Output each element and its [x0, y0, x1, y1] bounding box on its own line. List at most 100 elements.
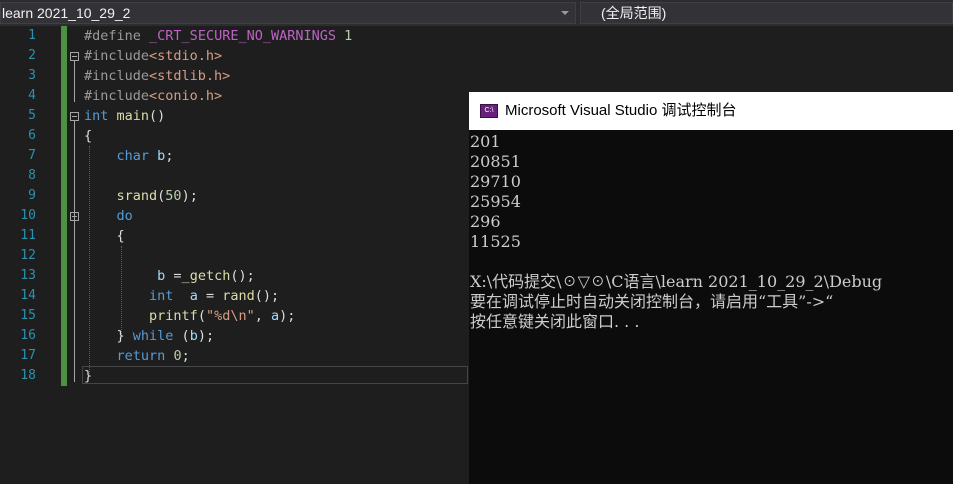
code-line-18: }: [84, 366, 352, 386]
line-number: 4: [28, 88, 36, 103]
code-line-4: #include<conio.h>: [84, 86, 352, 106]
line-number: 17: [20, 348, 36, 363]
line-number: 14: [20, 288, 36, 303]
line-number: 18: [20, 368, 36, 383]
punctuation: ();: [230, 268, 255, 284]
punctuation: );: [181, 188, 198, 204]
number: 50: [165, 188, 182, 204]
punctuation: (: [197, 308, 206, 324]
line-number: 7: [28, 148, 36, 163]
function-name: main: [116, 108, 150, 124]
output-line: 201: [470, 132, 501, 151]
scope-dropdown-label: (全局范围): [601, 5, 667, 21]
line-number: 16: [20, 328, 36, 343]
function-name: printf: [149, 308, 198, 324]
brace: }: [84, 368, 93, 384]
collapse-main-icon[interactable]: [70, 112, 79, 121]
output-line: 按任意键关闭此窗口. . .: [470, 312, 640, 331]
punctuation: ;: [181, 348, 190, 364]
output-line: 25954: [470, 192, 521, 211]
code-line-16: } while (b);: [84, 326, 352, 346]
scope-dropdown[interactable]: (全局范围): [580, 2, 953, 24]
outline-line: [74, 61, 75, 102]
brace: {: [84, 128, 93, 144]
function-name: _getch: [181, 268, 231, 284]
line-number: 15: [20, 308, 36, 323]
output-line: 要在调试停止时自动关闭控制台，请启用“工具”->“: [470, 292, 834, 311]
variable: a: [189, 288, 198, 304]
preprocessor-include: #include: [84, 88, 150, 104]
output-line: 29710: [470, 172, 521, 191]
output-line: 11525: [470, 232, 521, 251]
brace: {: [116, 228, 125, 244]
line-number: 13: [20, 268, 36, 283]
variable: a: [271, 308, 280, 324]
line-number-gutter: 1 2 3 4 5 6 7 8 9 10 11 12 13 14 15 16 1…: [0, 26, 40, 386]
code-line-1: #define _CRT_SECURE_NO_WARNINGS 1: [84, 26, 352, 46]
punctuation: );: [279, 308, 296, 324]
punctuation: ();: [254, 288, 280, 304]
code-line-17: return 0;: [84, 346, 352, 366]
project-dropdown-label: learn 2021_10_29_2: [2, 5, 131, 21]
macro-value: 1: [344, 28, 353, 44]
header-name: <stdio.h>: [149, 48, 223, 64]
line-number: 2: [28, 48, 36, 63]
header-name: <stdlib.h>: [149, 68, 231, 84]
code-line-10: do: [84, 206, 352, 226]
keyword: char: [116, 148, 150, 164]
preprocessor-include: #include: [84, 48, 150, 64]
line-number: 5: [28, 108, 36, 123]
brace: }: [116, 328, 133, 344]
keyword: int: [84, 108, 109, 124]
line-number: 8: [28, 168, 36, 183]
macro-name: _CRT_SECURE_NO_WARNINGS: [149, 28, 336, 44]
code-line-11: {: [84, 226, 352, 246]
line-number: 1: [28, 28, 36, 43]
output-line: 296: [470, 212, 501, 231]
function-name: rand: [222, 288, 255, 304]
number: 0: [173, 348, 182, 364]
string-literal: "%d\n": [205, 308, 255, 324]
code-line-14: int a = rand();: [84, 286, 352, 306]
code-line-7: char b;: [84, 146, 352, 166]
punctuation: );: [197, 328, 215, 344]
output-line: X:\代码提交\☉▽☉\C语言\learn 2021_10_29_2\Debug: [470, 272, 883, 291]
punctuation: (: [173, 328, 190, 344]
line-number: 11: [20, 228, 36, 243]
project-dropdown[interactable]: learn 2021_10_29_2: [0, 2, 576, 24]
debug-console-window[interactable]: C:\ Microsoft Visual Studio 调试控制台 201 20…: [469, 92, 953, 484]
punctuation: (): [149, 108, 166, 124]
keyword: while: [132, 328, 174, 344]
console-title-bar[interactable]: C:\ Microsoft Visual Studio 调试控制台: [469, 92, 953, 130]
console-app-icon: C:\: [480, 104, 498, 118]
output-line: 20851: [470, 152, 521, 171]
variable: b: [189, 328, 198, 344]
keyword: do: [116, 208, 133, 224]
code-line-2: #include<stdio.h>: [84, 46, 352, 66]
line-number: 3: [28, 68, 36, 83]
keyword: return: [116, 348, 166, 364]
chevron-down-icon: [561, 11, 569, 15]
punctuation: ,: [254, 308, 271, 324]
change-tracking-bar: [61, 26, 67, 386]
operator: =: [197, 288, 223, 304]
collapse-do-icon[interactable]: [70, 212, 79, 221]
code-line-15: printf("%d\n", a);: [84, 306, 352, 326]
operator: =: [165, 268, 182, 284]
preprocessor-define: #define: [84, 28, 141, 44]
collapse-includes-icon[interactable]: [70, 52, 79, 61]
header-name: <conio.h>: [149, 88, 223, 104]
keyword: int: [149, 288, 174, 304]
function-name: srand: [116, 188, 158, 204]
line-number: 9: [28, 188, 36, 203]
code-line-13: b =_getch();: [84, 266, 352, 286]
punctuation: ;: [165, 148, 174, 164]
line-number: 6: [28, 128, 36, 143]
code-line-3: #include<stdlib.h>: [84, 66, 352, 86]
console-output[interactable]: 201 20851 29710 25954 296 11525 X:\代码提交\…: [470, 132, 953, 484]
code-text[interactable]: #define _CRT_SECURE_NO_WARNINGS 1 #inclu…: [84, 26, 352, 386]
outline-line: [74, 221, 75, 342]
line-number: 12: [20, 248, 36, 263]
